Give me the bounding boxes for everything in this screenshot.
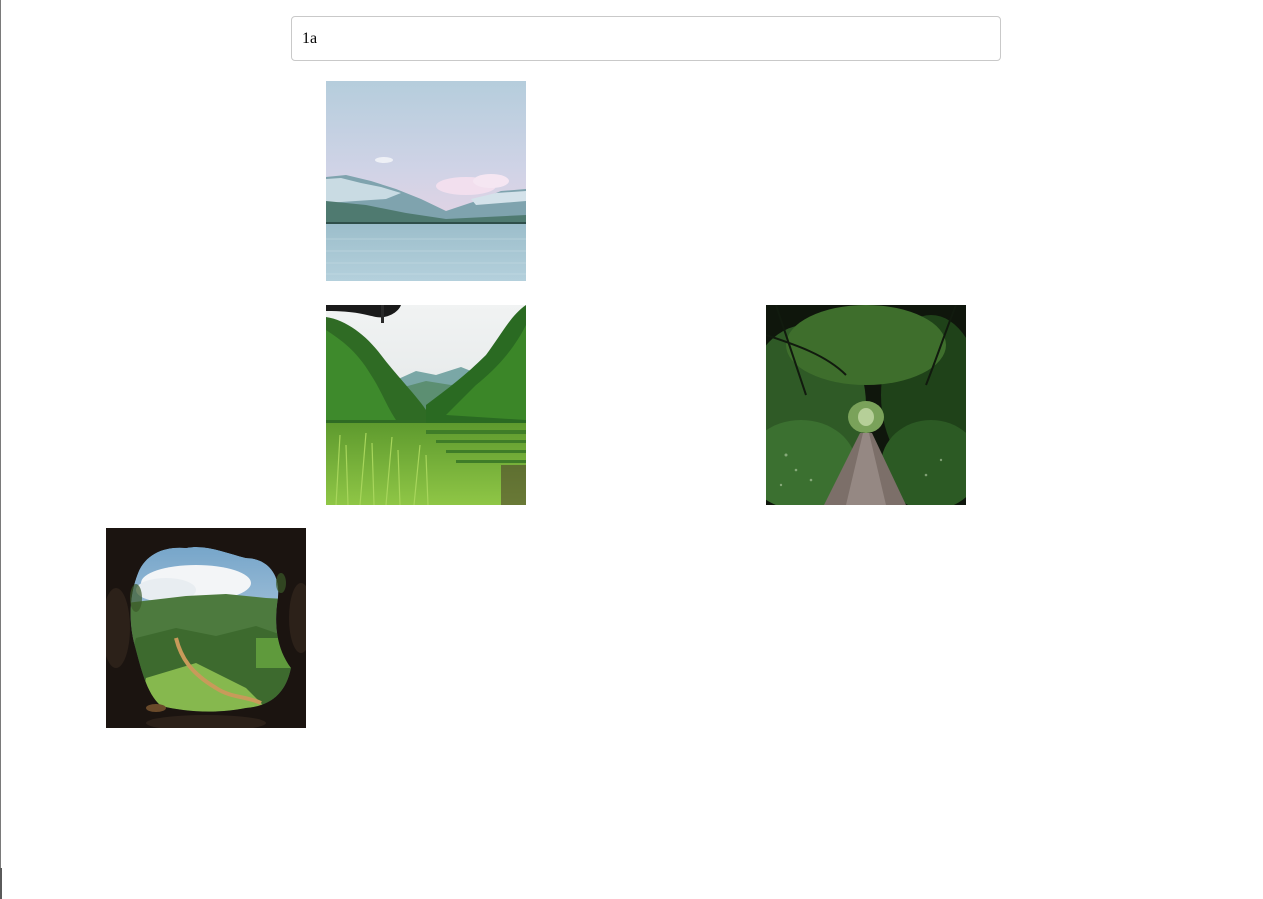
result-image-cave-view[interactable] bbox=[106, 528, 306, 728]
window-left-edge bbox=[0, 0, 1, 899]
photo-icon bbox=[106, 528, 306, 728]
photo-icon bbox=[326, 305, 526, 505]
result-image-green-valley[interactable] bbox=[326, 305, 526, 505]
result-image-forest-path[interactable] bbox=[766, 305, 966, 505]
search-bar bbox=[291, 16, 1001, 61]
search-input[interactable] bbox=[291, 16, 1001, 61]
photo-icon bbox=[326, 81, 526, 281]
window-edge-marker bbox=[0, 868, 2, 899]
result-image-lake-mountains[interactable] bbox=[326, 81, 526, 281]
photo-icon bbox=[766, 305, 966, 505]
